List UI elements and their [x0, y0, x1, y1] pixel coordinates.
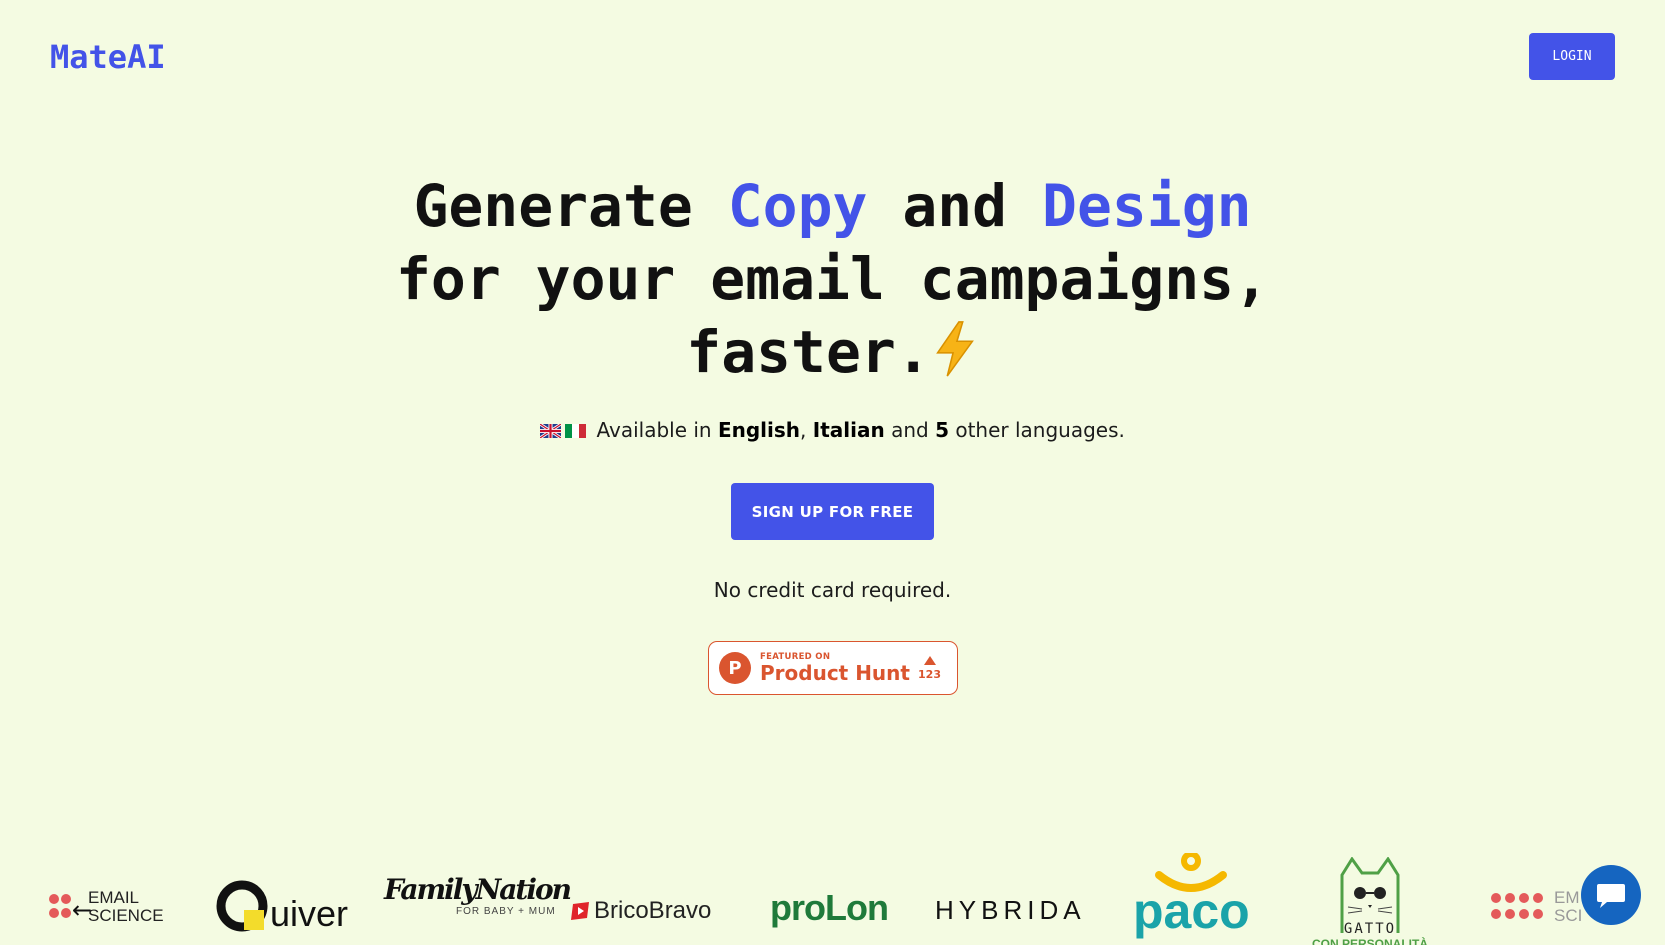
headline-line-1: Generate Copy and Design	[0, 170, 1665, 243]
headline-accent-design: Design	[1042, 172, 1252, 240]
product-hunt-icon: P	[719, 652, 751, 684]
login-button[interactable]: LOGIN	[1529, 33, 1615, 80]
lightning-icon	[935, 321, 974, 377]
logo-email-science: EMAIL SCIENCE	[48, 889, 164, 925]
logo-quiver: uiver	[216, 880, 348, 936]
logo-family-nation: FamilyNation FOR BABY + MUM	[384, 873, 572, 917]
logo-text: BricoBravo	[594, 897, 712, 924]
logo-hybrida: HYBRIDA	[935, 895, 1086, 926]
brand-logo[interactable]: MateAI	[50, 38, 166, 76]
logo-email-science: EM SCI	[1490, 889, 1582, 925]
logo-text: paco	[1133, 883, 1250, 939]
language-italian: Italian	[812, 418, 885, 442]
languages-prefix: Available in	[596, 418, 718, 442]
upvote-arrow-icon	[923, 655, 936, 665]
languages-sep: ,	[800, 418, 813, 442]
logo-subtext: CON PERSONALITÀ	[1312, 937, 1429, 945]
product-hunt-vote-count: 123	[918, 667, 941, 681]
email-science-dots-icon	[1491, 893, 1543, 919]
headline-accent-copy: Copy	[727, 172, 868, 240]
language-english: English	[717, 418, 801, 442]
product-hunt-votes: 123	[918, 655, 941, 681]
logo-text: uiver	[270, 893, 349, 934]
logo-text: proLon	[770, 887, 889, 928]
logo-prolon: proLon	[770, 887, 889, 929]
logo-text: EMAIL	[88, 888, 140, 907]
headline-line-2: for your email campaigns,	[396, 245, 1269, 313]
logo-text: GATTO	[1343, 921, 1397, 937]
bricobravo-icon	[571, 902, 589, 920]
logo-text: EM	[1554, 888, 1580, 907]
customer-logos-carousel: EMAIL SCIENCE uiver FamilyNation FOR BAB…	[0, 845, 1665, 945]
carousel-prev-arrow-icon[interactable]: ←	[72, 896, 92, 924]
headline-text: faster.	[686, 318, 931, 386]
headline-text: and	[867, 172, 1043, 240]
product-hunt-name: Product Hunt	[760, 661, 910, 685]
chat-widget-button[interactable]	[1581, 865, 1641, 925]
headline-text: Generate	[413, 172, 728, 240]
logo-text: SCIENCE	[88, 906, 164, 925]
languages-and: and	[884, 418, 936, 442]
logo-text: SCI	[1554, 906, 1583, 925]
headline-line-3: faster.	[0, 316, 1665, 389]
logo-bricobravo: BricoBravo	[570, 897, 711, 925]
product-hunt-text: FEATURED ON Product Hunt	[760, 652, 910, 684]
signup-button[interactable]: SIGN UP FOR FREE	[731, 483, 934, 540]
quiver-q-icon	[216, 880, 268, 932]
languages-count: 5	[935, 418, 949, 442]
logo-text: FamilyNation	[384, 873, 572, 906]
languages-suffix: other languages.	[948, 418, 1125, 442]
hero-headline: Generate Copy and Design for your email …	[0, 170, 1665, 389]
logo-text: HYBRIDA	[935, 895, 1086, 925]
no-credit-card-note: No credit card required.	[713, 578, 952, 602]
logo-subtext: FOR BABY + MUM	[456, 906, 556, 917]
logo-gatto: GATTO CON PERSONALITÀ	[1312, 857, 1428, 945]
languages-line: Available in English, Italian and 5 othe…	[0, 418, 1665, 442]
product-hunt-badge[interactable]: P FEATURED ON Product Hunt 123	[708, 641, 958, 695]
logo-paco: paco	[1133, 853, 1250, 939]
uk-flag-icon	[540, 424, 562, 438]
chat-bubble-icon	[1597, 884, 1625, 908]
italy-flag-icon	[565, 424, 587, 438]
